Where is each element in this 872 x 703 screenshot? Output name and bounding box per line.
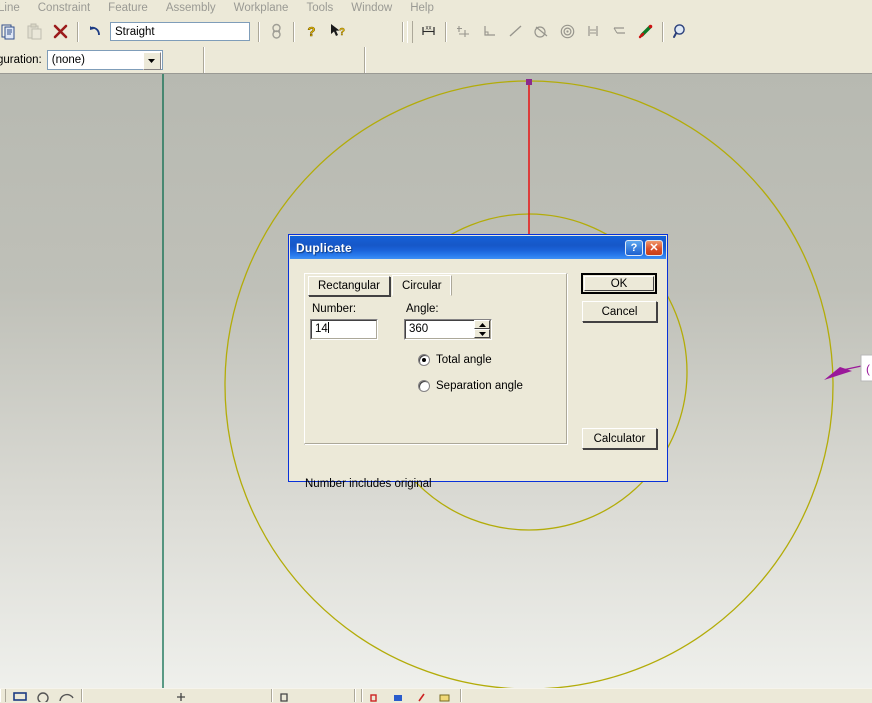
undo-icon[interactable] [83, 20, 107, 43]
toolbar-separator-1 [77, 21, 78, 42]
point-tool-icon[interactable] [170, 689, 193, 702]
layer-tool-icon[interactable] [434, 689, 457, 702]
toolbar-separator-3 [293, 21, 294, 42]
mirror-icon[interactable] [264, 20, 288, 43]
help-icon[interactable]: ? [299, 20, 323, 43]
parallel-icon [607, 20, 631, 43]
fill-tool-icon[interactable] [388, 689, 411, 702]
dialog-body: Rectangular Circular Number: 14 Angle: 3… [290, 259, 666, 490]
number-input[interactable]: 14 [310, 319, 378, 340]
configuration-select[interactable]: (none) [46, 50, 163, 70]
configuration-label: guration: [0, 54, 42, 66]
mark-tool-icon[interactable] [411, 689, 434, 702]
menu-item-line[interactable]: Line [0, 0, 29, 16]
tab-circular[interactable]: Circular [392, 275, 452, 296]
menu-item-window[interactable]: Window [342, 0, 401, 16]
main-toolbar: Straight ? ? xx [0, 16, 872, 48]
toolbar-separator-6 [662, 21, 663, 42]
toolbar-separator-4 [402, 21, 403, 42]
menu-bar: Line Constraint Feature Assembly Workpla… [0, 0, 872, 17]
dimension-label-text: ( [866, 362, 870, 376]
text-caret [327, 322, 329, 333]
svg-text:?: ? [338, 27, 344, 38]
delete-icon[interactable] [48, 20, 72, 43]
configbar-separator-1 [202, 47, 204, 73]
dialog-title-buttons: ? ✕ [623, 239, 663, 256]
dimension-icon[interactable]: xx [416, 20, 440, 43]
dialog-title-bar[interactable]: Duplicate ? ✕ [290, 236, 666, 259]
concentric-icon [555, 20, 579, 43]
context-help-icon[interactable]: ? [325, 20, 349, 43]
spinner-up-button[interactable] [474, 320, 490, 329]
equal-icon [581, 20, 605, 43]
radio-separation-angle-label: Separation angle [436, 380, 523, 392]
configuration-bar: guration: (none) [0, 47, 872, 74]
menu-item-workplane[interactable]: Workplane [225, 0, 298, 16]
number-label: Number: [312, 303, 357, 315]
spinner-down-button[interactable] [474, 329, 490, 338]
svg-text:xx: xx [425, 26, 431, 32]
arc-tool-icon[interactable] [55, 689, 78, 702]
ok-button[interactable]: OK [581, 273, 657, 294]
zoom-icon[interactable] [668, 20, 692, 43]
close-button[interactable]: ✕ [645, 239, 663, 256]
copy-icon[interactable] [0, 20, 20, 43]
calculator-button[interactable]: Calculator [582, 428, 657, 449]
angle-spinner[interactable] [474, 320, 491, 339]
line-type-combo[interactable]: Straight [110, 22, 250, 41]
menu-item-constraint[interactable]: Constraint [29, 0, 99, 16]
cancel-button[interactable]: Cancel [582, 301, 657, 322]
help-button[interactable]: ? [625, 239, 643, 256]
angle-label: Angle: [406, 303, 439, 315]
number-input-value: 14 [315, 323, 328, 335]
bottom-toolbar-grip[interactable] [0, 689, 6, 702]
svg-text:?: ? [307, 24, 315, 39]
radio-total-angle-label: Total angle [436, 354, 492, 366]
bottom-toolbar [0, 688, 872, 703]
toolbar-grip[interactable] [407, 20, 413, 43]
bottom-separator-2 [271, 689, 272, 702]
menu-item-tools[interactable]: Tools [297, 0, 342, 16]
perpendicular-icon [451, 20, 475, 43]
radio-total-angle[interactable]: Total angle [412, 354, 492, 366]
toolbar-separator-5 [445, 21, 446, 42]
duplicate-mode-tabs: Rectangular Circular [308, 275, 452, 296]
ok-button-label: OK [584, 276, 654, 291]
horizontal-icon [477, 20, 501, 43]
dialog-title: Duplicate [296, 240, 352, 255]
bottom-separator-4 [361, 689, 362, 702]
paste-icon [22, 20, 46, 43]
tangent-icon [529, 20, 553, 43]
toolbar-separator-2 [258, 21, 259, 42]
duplicate-dialog[interactable]: Duplicate ? ✕ Rectangular Circular Numbe… [288, 234, 668, 490]
dialog-hint-text: Number includes original [305, 478, 432, 490]
origin-point[interactable] [526, 79, 532, 85]
rectangle-tool-icon[interactable] [9, 689, 32, 702]
bottom-separator-5 [460, 689, 461, 702]
radio-separation-angle-dot[interactable] [418, 380, 430, 392]
radio-total-angle-dot[interactable] [418, 354, 430, 366]
radio-separation-angle[interactable]: Separation angle [412, 380, 523, 392]
circle-tool-icon[interactable] [32, 689, 55, 702]
bottom-separator-3 [354, 689, 355, 702]
menu-item-assembly[interactable]: Assembly [157, 0, 225, 16]
menu-item-feature[interactable]: Feature [99, 0, 157, 16]
menu-item-help[interactable]: Help [401, 0, 443, 16]
bottom-separator-1 [81, 689, 82, 702]
line-icon [503, 20, 527, 43]
pattern-tool-icon[interactable] [365, 689, 388, 702]
chevron-down-icon[interactable] [142, 52, 161, 70]
configbar-separator-2 [363, 47, 365, 73]
fix-icon[interactable] [633, 20, 657, 43]
tab-rectangular[interactable]: Rectangular [308, 276, 391, 296]
extrude-tool-icon[interactable] [275, 689, 298, 702]
